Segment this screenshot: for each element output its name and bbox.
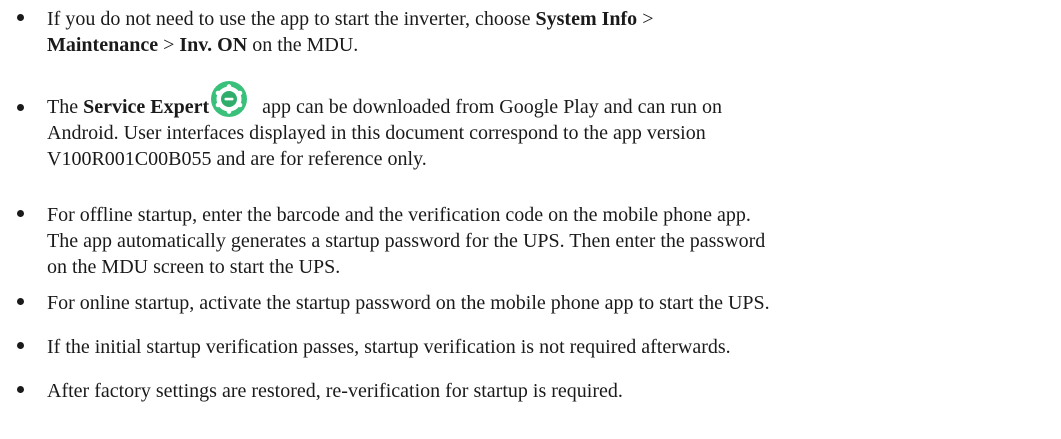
note-text-line: For offline startup, enter the barcode a…: [47, 204, 751, 226]
note-text-line: If the initial startup verification pass…: [47, 336, 731, 358]
bullet-dot: [17, 14, 24, 21]
app-name: Service Expert: [83, 96, 210, 118]
note-text-line: After factory settings are restored, re-…: [47, 380, 623, 402]
note-text-line: Maintenance > Inv. ON on the MDU.: [47, 34, 359, 56]
note-text-line: on the MDU screen to start the UPS.: [47, 256, 341, 278]
bullet-dot: [17, 386, 24, 393]
note-text-line: Android. User interfaces displayed in th…: [47, 122, 706, 144]
note-text-line: If you do not need to use the app to sta…: [47, 8, 654, 30]
menu-path-inv-on: Inv. ON: [179, 34, 248, 56]
bullet-dot: [17, 342, 24, 349]
menu-path-system-info: System Info: [535, 8, 638, 30]
note-text-line: The app automatically generates a startu…: [47, 230, 766, 252]
note-text-line: V100R001C00B055 and are for reference on…: [47, 148, 427, 170]
bullet-dot: [17, 104, 24, 111]
note-text-line: For online startup, activate the startup…: [47, 292, 770, 314]
bullet-dot: [17, 210, 24, 217]
menu-path-maintenance: Maintenance: [47, 34, 159, 56]
bullet-dot: [17, 298, 24, 305]
service-expert-app-icon: [211, 81, 248, 117]
